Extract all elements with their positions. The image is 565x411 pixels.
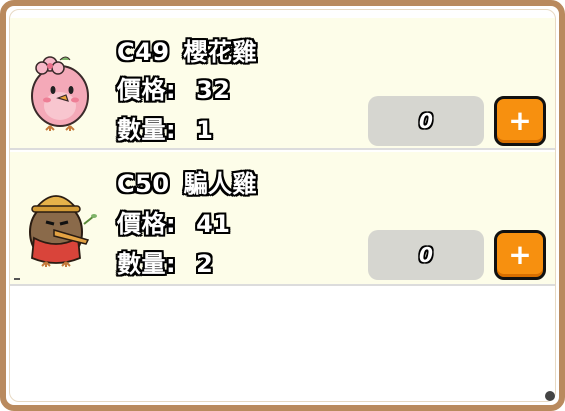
add-button[interactable]: + [494, 230, 546, 280]
item-name: 騙人雞 [183, 170, 258, 198]
item-price: 價格: 32 [117, 70, 231, 105]
selected-count-box[interactable]: 0 [368, 96, 484, 146]
add-button[interactable]: + [494, 96, 546, 146]
divider-mark [14, 278, 20, 280]
liar-chicken-icon [29, 195, 97, 267]
quantity-label: 數量: [117, 116, 177, 144]
plus-icon: + [508, 104, 532, 137]
item-quantity: 數量: 2 [117, 244, 213, 279]
item-title: C50 騙人雞 [117, 164, 257, 199]
quantity-value: 2 [196, 250, 214, 278]
list-item-c50: C50 騙人雞 價格: 41 數量: 2 0 + [10, 152, 555, 286]
item-name: 櫻花雞 [183, 38, 258, 66]
item-code: C49 [117, 38, 170, 66]
price-label: 價格: [117, 76, 177, 104]
plus-icon: + [508, 238, 532, 271]
sakura-chicken-icon [31, 56, 89, 131]
price-label: 價格: [117, 210, 177, 238]
shop-panel: C49 櫻花雞 價格: 32 數量: 1 0 + C50 騙人雞 價格: 41 … [0, 0, 565, 411]
selected-count: 0 [419, 109, 433, 133]
item-code: C50 [117, 170, 170, 198]
resize-handle[interactable] [545, 391, 555, 401]
item-title: C49 櫻花雞 [117, 32, 257, 67]
selected-count: 0 [419, 243, 433, 267]
selected-count-box[interactable]: 0 [368, 230, 484, 280]
price-value: 32 [196, 76, 231, 104]
list-item-c49: C49 櫻花雞 價格: 32 數量: 1 0 + [10, 18, 555, 150]
price-value: 41 [196, 210, 231, 238]
quantity-label: 數量: [117, 250, 177, 278]
item-price: 價格: 41 [117, 204, 231, 239]
quantity-value: 1 [196, 116, 214, 144]
item-quantity: 數量: 1 [117, 110, 213, 145]
